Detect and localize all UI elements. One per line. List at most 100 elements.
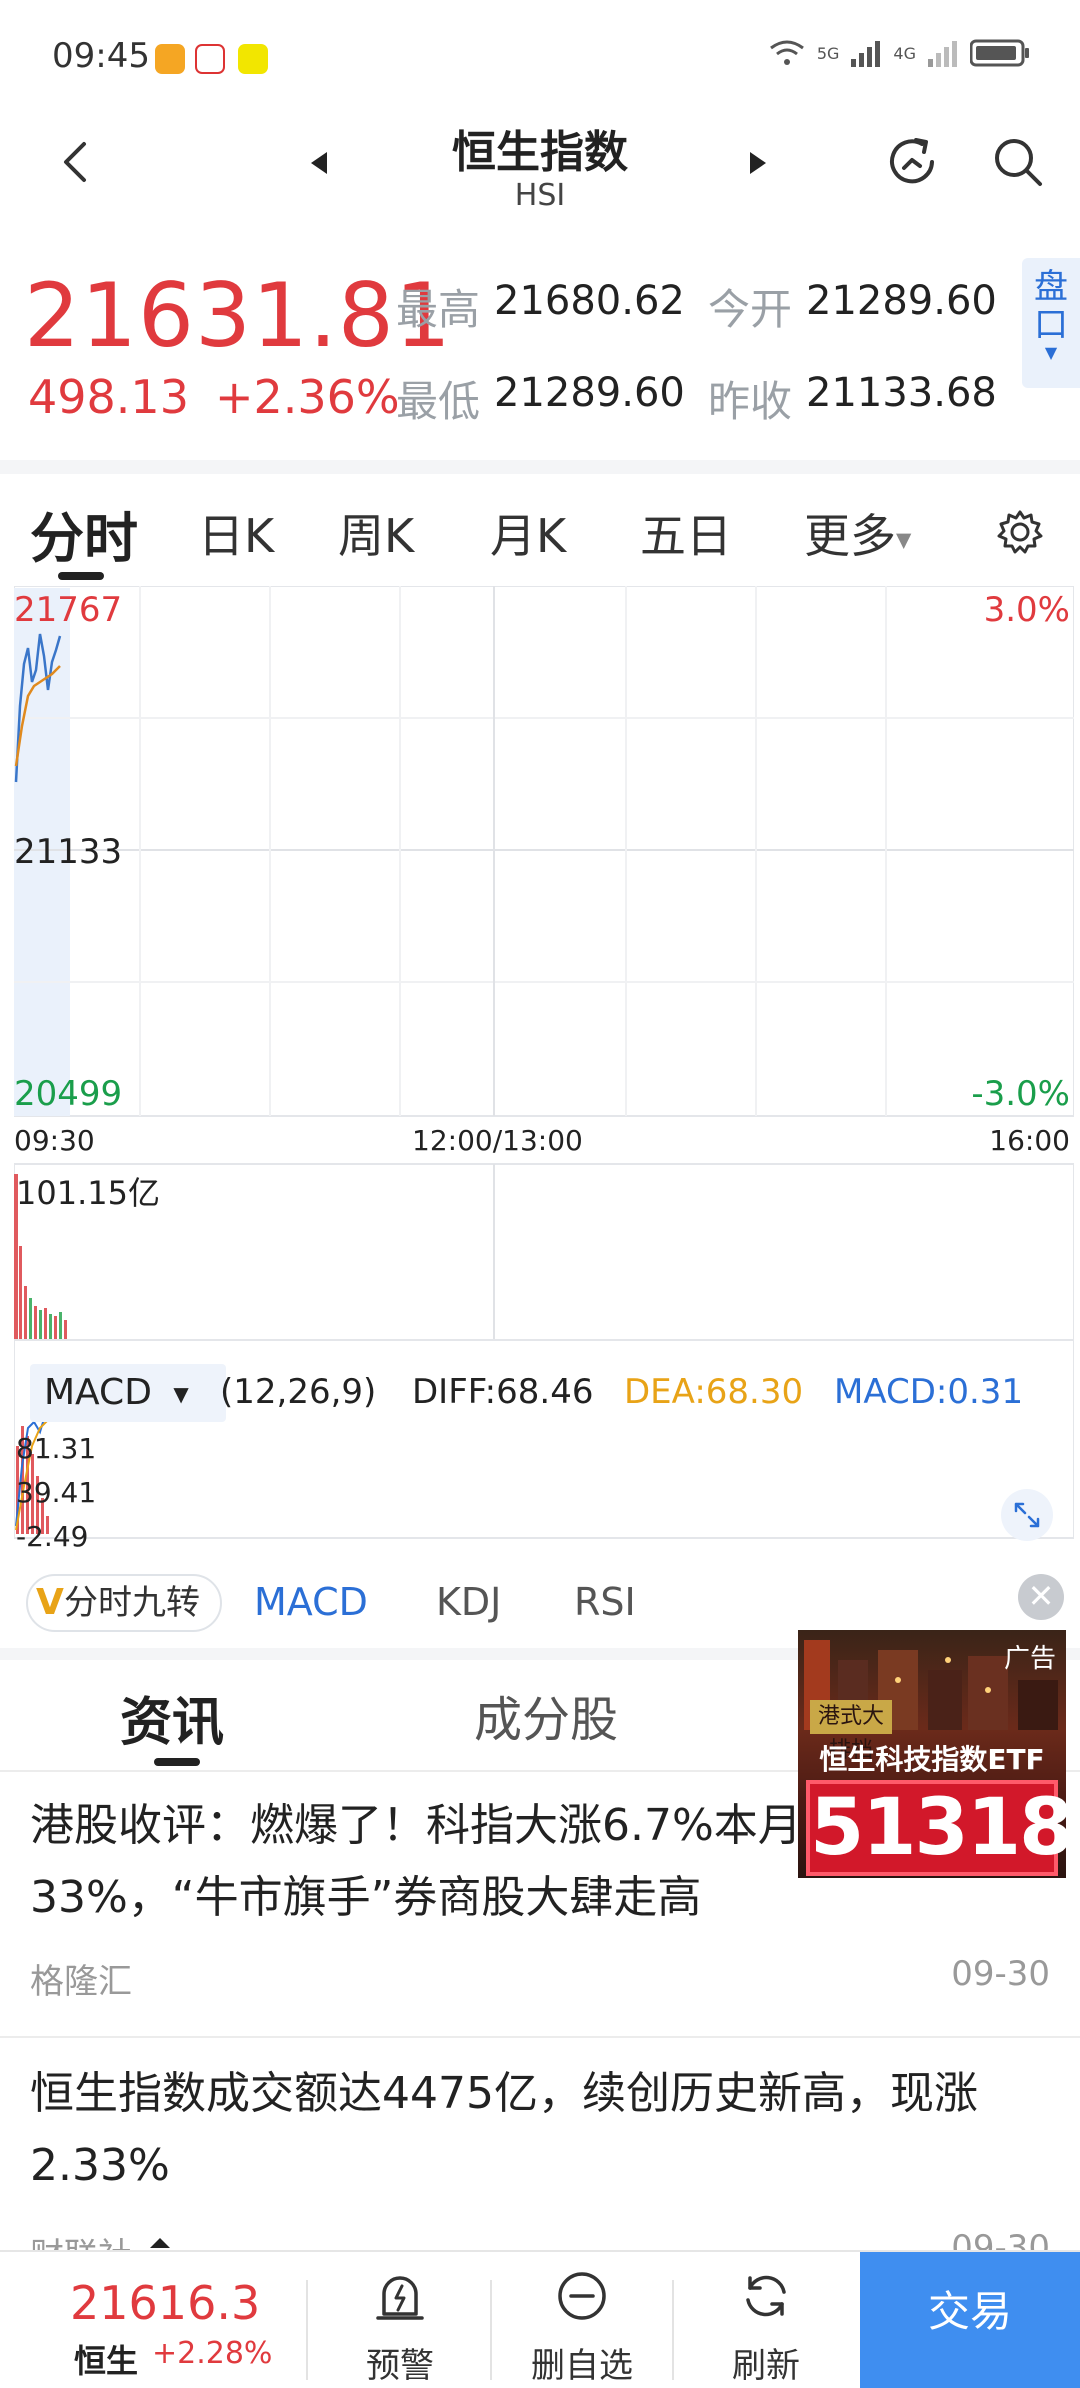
low-label: 最低	[396, 377, 481, 426]
signal-icon	[928, 41, 957, 67]
tab-constituents[interactable]: 成分股	[474, 1680, 618, 1750]
x-axis-label-open: 09:30	[14, 1124, 95, 1157]
app-notification-icon	[238, 44, 268, 74]
pct-axis-top-label: 3.0%	[983, 590, 1070, 630]
tab-weekly-k[interactable]: 周K	[338, 500, 414, 566]
header: 恒生指数 HSI	[0, 110, 1080, 220]
pankou-button[interactable]: 盘口 ▼	[1022, 258, 1080, 388]
network-4g-label: 4G	[893, 43, 916, 63]
tab-five-day[interactable]: 五日	[640, 500, 732, 566]
tab-more-label: 更多	[804, 509, 896, 563]
y-axis-top-label: 21767	[14, 590, 123, 630]
tab-more[interactable]: 更多▼	[804, 500, 911, 566]
news-source: 格隆汇	[30, 1962, 132, 2002]
close-ad-button[interactable]: ✕	[1018, 1574, 1064, 1620]
triangle-down-icon: ▼	[896, 527, 912, 552]
status-time: 09:45	[52, 36, 150, 76]
ad-sign: 港式大排档	[810, 1700, 892, 1763]
open-value: 21289.60	[806, 278, 997, 324]
pankou-label: 盘口	[1034, 267, 1068, 345]
pct-axis-bottom-label: -3.0%	[971, 1074, 1070, 1114]
divider	[306, 2280, 308, 2380]
page-title: 恒生指数	[452, 127, 628, 178]
expand-up-icon[interactable]	[148, 2236, 172, 2250]
high-label: 最高	[396, 285, 481, 334]
refresh-button[interactable]: 刷新	[706, 2252, 826, 2388]
news-title: 恒生指数成交额达4475亿，续创历史新高，现涨2.33%	[30, 2068, 978, 2191]
status-icons: 5G 4G	[769, 38, 1030, 68]
macd-axis-bottom: -2.49	[16, 1520, 89, 1553]
app-notification-icon	[195, 44, 225, 74]
remove-watchlist-button[interactable]: 删自选	[522, 2252, 642, 2388]
macd-selector[interactable]: MACD ▼	[30, 1364, 226, 1422]
period-tabs: 分时 日K 周K 月K 五日 更多▼	[0, 480, 1080, 580]
news-date: 09-30	[951, 1954, 1050, 1994]
y-axis-bottom-label: 20499	[14, 1074, 123, 1114]
bottom-bar: 21616.3 恒生 +2.28% 预警 删自选 刷新 交易	[0, 2250, 1080, 2388]
bottom-name: 恒生	[74, 2342, 139, 2380]
macd-dea: DEA:68.30	[624, 1372, 804, 1412]
quote-panel: 21631.81 498.13 +2.36% 最高 21680.62 今开 212…	[0, 250, 1080, 450]
triangle-down-icon: ▼	[173, 1382, 189, 1406]
bottom-price: 21616.3	[70, 2276, 261, 2330]
alert-button[interactable]: 预警	[340, 2252, 460, 2388]
price-change: 498.13 +2.36%	[28, 370, 400, 424]
wifi-icon	[769, 40, 804, 65]
current-price: 21631.81	[24, 264, 452, 367]
tab-daily-k[interactable]: 日K	[198, 500, 274, 566]
advertisement[interactable]: 广告 港式大排档 恒生科技指数ETF 513180	[798, 1630, 1066, 1878]
macd-selector-label: MACD	[44, 1372, 152, 1413]
news-source: 财联社	[30, 2228, 132, 2252]
active-tab-indicator	[58, 572, 104, 580]
gear-icon[interactable]	[994, 506, 1046, 558]
x-axis-label-midday: 12:00/13:00	[412, 1124, 583, 1157]
alert-icon	[376, 2276, 424, 2320]
trade-button[interactable]: 交易	[860, 2252, 1080, 2388]
refresh-label: 刷新	[732, 2346, 800, 2386]
previous-stock-icon[interactable]	[305, 148, 335, 178]
refresh-icon[interactable]	[880, 130, 944, 194]
open-label: 今开	[708, 285, 793, 334]
nine-turn-toggle[interactable]: V 分时九转	[26, 1574, 222, 1632]
prev-close-label: 昨收	[708, 377, 793, 426]
page-subtitle: HSI	[514, 178, 566, 213]
search-icon[interactable]	[988, 132, 1048, 192]
divider	[0, 2036, 1080, 2038]
signal-icon	[851, 41, 881, 67]
tab-intraday[interactable]: 分时	[30, 494, 138, 573]
macd-axis-top: 81.31	[16, 1432, 97, 1465]
bottom-quote[interactable]: 21616.3 恒生 +2.28%	[0, 2252, 300, 2388]
nine-turn-label: 分时九转	[64, 1583, 200, 1623]
tab-monthly-k[interactable]: 月K	[490, 500, 566, 566]
y-axis-mid-label: 21133	[14, 832, 123, 872]
tab-kdj[interactable]: KDJ	[436, 1580, 501, 1624]
news-date: 09-30	[951, 2228, 1050, 2252]
divider	[490, 2280, 492, 2380]
low-value: 21289.60	[494, 370, 685, 416]
next-stock-icon[interactable]	[742, 148, 772, 178]
change-amount: 498.13	[28, 370, 189, 424]
status-bar: 09:45 5G 4G	[0, 0, 1080, 120]
minus-circle-icon	[558, 2272, 606, 2320]
expand-icon[interactable]	[1000, 1488, 1054, 1542]
macd-axis-mid: 39.41	[16, 1476, 97, 1509]
refresh-icon	[746, 2275, 786, 2317]
v-badge-icon: V	[36, 1582, 64, 1623]
alert-label: 预警	[366, 2346, 434, 2386]
app-notification-icon	[155, 44, 185, 74]
bottom-percent: +2.28%	[152, 2336, 273, 2371]
back-arrow-icon[interactable]	[48, 132, 108, 192]
macd-header: MACD ▼ (12,26,9) DIFF:68.46 DEA:68.30 MA…	[30, 1364, 1070, 1424]
prev-close-value: 21133.68	[806, 370, 997, 416]
volume-label: 101.15亿	[16, 1174, 160, 1212]
tab-macd[interactable]: MACD	[254, 1580, 368, 1624]
change-percent: +2.36%	[214, 370, 400, 424]
divider	[0, 460, 1080, 474]
news-item[interactable]: 恒生指数成交额达4475亿，续创历史新高，现涨2.33% 财联社 09-30	[0, 2052, 1080, 2252]
tab-rsi[interactable]: RSI	[574, 1580, 636, 1624]
tab-news[interactable]: 资讯	[120, 1680, 224, 1755]
x-axis-label-close: 16:00	[989, 1124, 1070, 1157]
divider	[672, 2280, 674, 2380]
network-5g-label: 5G	[816, 43, 840, 63]
active-tab-indicator	[154, 1758, 200, 1766]
